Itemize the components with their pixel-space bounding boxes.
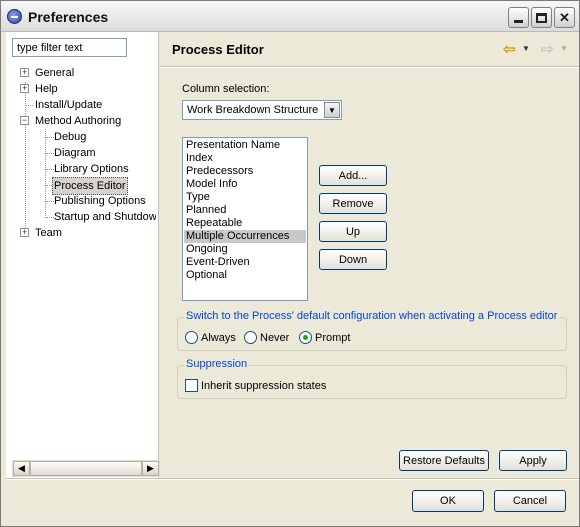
scroll-left-icon[interactable]: ◀	[13, 461, 30, 476]
group-legend: Suppression	[184, 358, 250, 370]
scroll-right-icon[interactable]: ▶	[142, 461, 159, 476]
tree-item-label: Debug	[54, 131, 87, 143]
tree-item-label: Publishing Options	[54, 195, 146, 207]
expand-icon[interactable]: +	[20, 68, 29, 77]
title-bar[interactable]: Preferences ✕	[1, 1, 579, 32]
maximize-icon	[536, 12, 547, 23]
horizontal-scrollbar[interactable]: ◀ ▶	[12, 460, 160, 477]
minimize-button[interactable]	[508, 7, 529, 28]
radio-label: Always	[201, 331, 236, 344]
preference-page: Process Editor ⇦ ▼ ⇨ ▼ Column selection:…	[160, 32, 579, 478]
expand-icon[interactable]: +	[20, 84, 29, 93]
radio-never[interactable]: Never	[244, 331, 289, 344]
radio-label: Never	[260, 331, 290, 344]
tree-item-process-editor[interactable]: Process Editor	[6, 177, 156, 195]
preference-tree-pane: + General + Help Install/Update − Method…	[6, 32, 160, 478]
tree-item-team[interactable]: + Team	[6, 225, 156, 241]
list-item[interactable]: Ongoing	[184, 243, 306, 256]
list-item-selected[interactable]: Multiple Occurrences	[184, 230, 306, 243]
back-dropdown-icon[interactable]: ▼	[522, 44, 530, 53]
radio-button-icon[interactable]	[244, 331, 257, 344]
column-selection-label: Column selection:	[182, 83, 270, 95]
column-selection-value: Work Breakdown Structure	[187, 104, 319, 116]
tree-item-diagram[interactable]: Diagram	[6, 145, 156, 161]
back-arrow-icon[interactable]: ⇦	[503, 40, 516, 58]
page-title: Process Editor	[172, 42, 264, 57]
group-legend: Switch to the Process' default configura…	[184, 310, 560, 322]
down-button[interactable]: Down	[319, 249, 387, 270]
list-item[interactable]: Repeatable	[184, 217, 306, 230]
checkbox-icon[interactable]	[185, 379, 198, 392]
close-button[interactable]: ✕	[554, 7, 575, 28]
tree-item-label: Diagram	[54, 147, 96, 159]
inherit-suppression-checkbox-row[interactable]: Inherit suppression states	[185, 379, 326, 392]
list-item[interactable]: Type	[184, 191, 306, 204]
apply-button[interactable]: Apply	[499, 450, 567, 471]
radio-button-icon[interactable]	[185, 331, 198, 344]
expand-icon[interactable]: +	[20, 228, 29, 237]
filter-input[interactable]	[12, 38, 127, 57]
tree-item-label: Team	[35, 227, 62, 239]
column-selection-select[interactable]: Work Breakdown Structure ▼	[182, 100, 342, 120]
tree-item-label: Method Authoring	[35, 115, 122, 127]
radio-prompt[interactable]: Prompt	[299, 331, 350, 344]
chevron-down-icon[interactable]: ▼	[324, 102, 340, 118]
tree-item-label: Install/Update	[35, 99, 103, 111]
tree-item-label: General	[35, 67, 75, 79]
tree-item-label: Library Options	[54, 163, 129, 175]
preferences-window: Preferences ✕ + General + Help	[0, 0, 580, 527]
forward-arrow-icon: ⇨	[541, 41, 554, 58]
remove-button[interactable]: Remove	[319, 193, 387, 214]
tree-item-label: Startup and Shutdown	[54, 211, 156, 223]
tree-item-library-options[interactable]: Library Options	[6, 161, 156, 177]
window-title: Preferences	[28, 9, 109, 25]
radio-always[interactable]: Always	[185, 331, 236, 344]
list-item[interactable]: Optional	[184, 269, 306, 282]
list-item[interactable]: Model Info	[184, 178, 306, 191]
tree-item-general[interactable]: + General	[6, 65, 156, 81]
tree-item-help[interactable]: + Help	[6, 81, 156, 97]
suppression-group: Suppression Inherit suppression states	[177, 358, 567, 399]
cancel-button[interactable]: Cancel	[494, 490, 566, 512]
tree-item-label: Help	[35, 83, 58, 95]
checkbox-label: Inherit suppression states	[201, 379, 327, 392]
tree-item-debug[interactable]: Debug	[6, 129, 156, 145]
collapse-icon[interactable]: −	[20, 116, 29, 125]
list-item[interactable]: Presentation Name	[184, 139, 306, 152]
switch-configuration-group: Switch to the Process' default configura…	[177, 310, 567, 351]
tree-item-publishing-options[interactable]: Publishing Options	[6, 193, 156, 209]
ok-button[interactable]: OK	[412, 490, 484, 512]
restore-defaults-button[interactable]: Restore Defaults	[399, 450, 489, 471]
list-item[interactable]: Predecessors	[184, 165, 306, 178]
column-list[interactable]: Presentation Name Index Predecessors Mod…	[182, 137, 308, 301]
maximize-button[interactable]	[531, 7, 552, 28]
radio-label: Prompt	[315, 331, 351, 344]
scroll-thumb[interactable]	[30, 461, 142, 476]
tree-item-method-authoring[interactable]: − Method Authoring	[6, 113, 156, 129]
minimize-icon	[514, 20, 523, 23]
radio-button-checked-icon[interactable]	[299, 331, 312, 344]
list-item[interactable]: Index	[184, 152, 306, 165]
list-item[interactable]: Event-Driven	[184, 256, 306, 269]
close-icon: ✕	[559, 9, 570, 25]
tree-item-startup-shutdown[interactable]: Startup and Shutdown	[6, 209, 156, 225]
title-divider	[160, 66, 579, 68]
footer-divider	[6, 478, 579, 480]
up-button[interactable]: Up	[319, 221, 387, 242]
forward-dropdown-icon: ▼	[560, 44, 568, 53]
list-item[interactable]: Planned	[184, 204, 306, 217]
add-button[interactable]: Add...	[319, 165, 387, 186]
tree-item-install-update[interactable]: Install/Update	[6, 97, 156, 113]
eclipse-icon	[7, 9, 22, 24]
